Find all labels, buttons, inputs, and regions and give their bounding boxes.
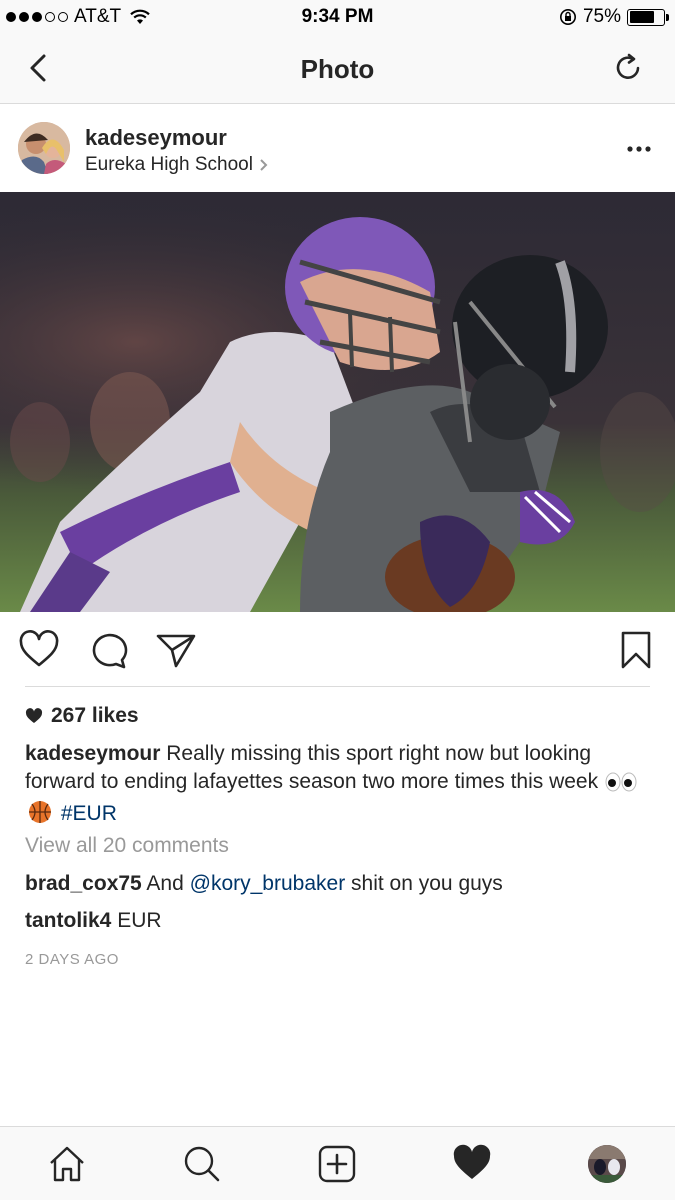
battery-percent: 75% <box>582 6 621 27</box>
post-username[interactable]: kadeseymour <box>85 125 227 151</box>
comment-text: EUR <box>117 909 162 932</box>
activity-heart-icon[interactable] <box>452 1144 492 1184</box>
comment-text-end: shit on you guys <box>351 872 503 895</box>
basketball-emoji-icon <box>25 800 55 832</box>
caption-hashtag[interactable]: #EUR <box>61 802 117 825</box>
post-actions <box>0 612 675 688</box>
comment-text: And <box>146 872 184 895</box>
likes-label: 267 likes <box>51 704 139 727</box>
chevron-right-icon <box>260 159 268 171</box>
like-count[interactable]: 267 likes <box>25 704 139 728</box>
view-all-comments-link[interactable]: View all 20 comments <box>25 834 229 858</box>
tab-bar <box>0 1126 675 1200</box>
comment-item: tantolik4 EUR <box>25 909 162 933</box>
heart-outline-icon[interactable] <box>18 630 60 670</box>
caption: kadeseymour Really missing this sport ri… <box>25 740 655 832</box>
battery-icon <box>627 8 669 26</box>
post-timestamp: 2 DAYS AGO <box>25 951 119 968</box>
page-title: Photo <box>300 54 375 84</box>
share-icon[interactable] <box>155 630 197 670</box>
heart-filled-icon <box>25 708 43 723</box>
comment-item: brad_cox75 And @kory_brubaker shit on yo… <box>25 872 503 896</box>
eyes-emoji-icon <box>604 772 638 800</box>
comment-username[interactable]: tantolik4 <box>25 909 111 932</box>
profile-avatar[interactable] <box>588 1145 626 1183</box>
search-icon[interactable] <box>182 1144 222 1184</box>
nav-bar: Photo <box>0 36 675 104</box>
divider <box>25 686 650 687</box>
comment-mention[interactable]: @kory_brubaker <box>190 872 346 895</box>
home-icon[interactable] <box>47 1144 87 1184</box>
refresh-icon[interactable] <box>611 50 647 86</box>
add-post-icon[interactable] <box>317 1144 357 1184</box>
comment-icon[interactable] <box>86 630 128 670</box>
more-options-icon[interactable] <box>625 139 653 159</box>
comment-username[interactable]: brad_cox75 <box>25 872 142 895</box>
avatar[interactable] <box>18 122 70 174</box>
caption-username[interactable]: kadeseymour <box>25 742 160 765</box>
post-photo[interactable] <box>0 192 675 612</box>
battery-group: 75% <box>559 6 669 28</box>
bookmark-icon[interactable] <box>615 630 657 670</box>
orientation-lock-icon <box>559 9 576 25</box>
post-location[interactable]: Eureka High School <box>85 154 269 176</box>
location-label: Eureka High School <box>85 154 253 175</box>
post-header: kadeseymour Eureka High School <box>0 105 675 192</box>
status-bar: AT&T 9:34 PM 75% <box>0 0 675 36</box>
